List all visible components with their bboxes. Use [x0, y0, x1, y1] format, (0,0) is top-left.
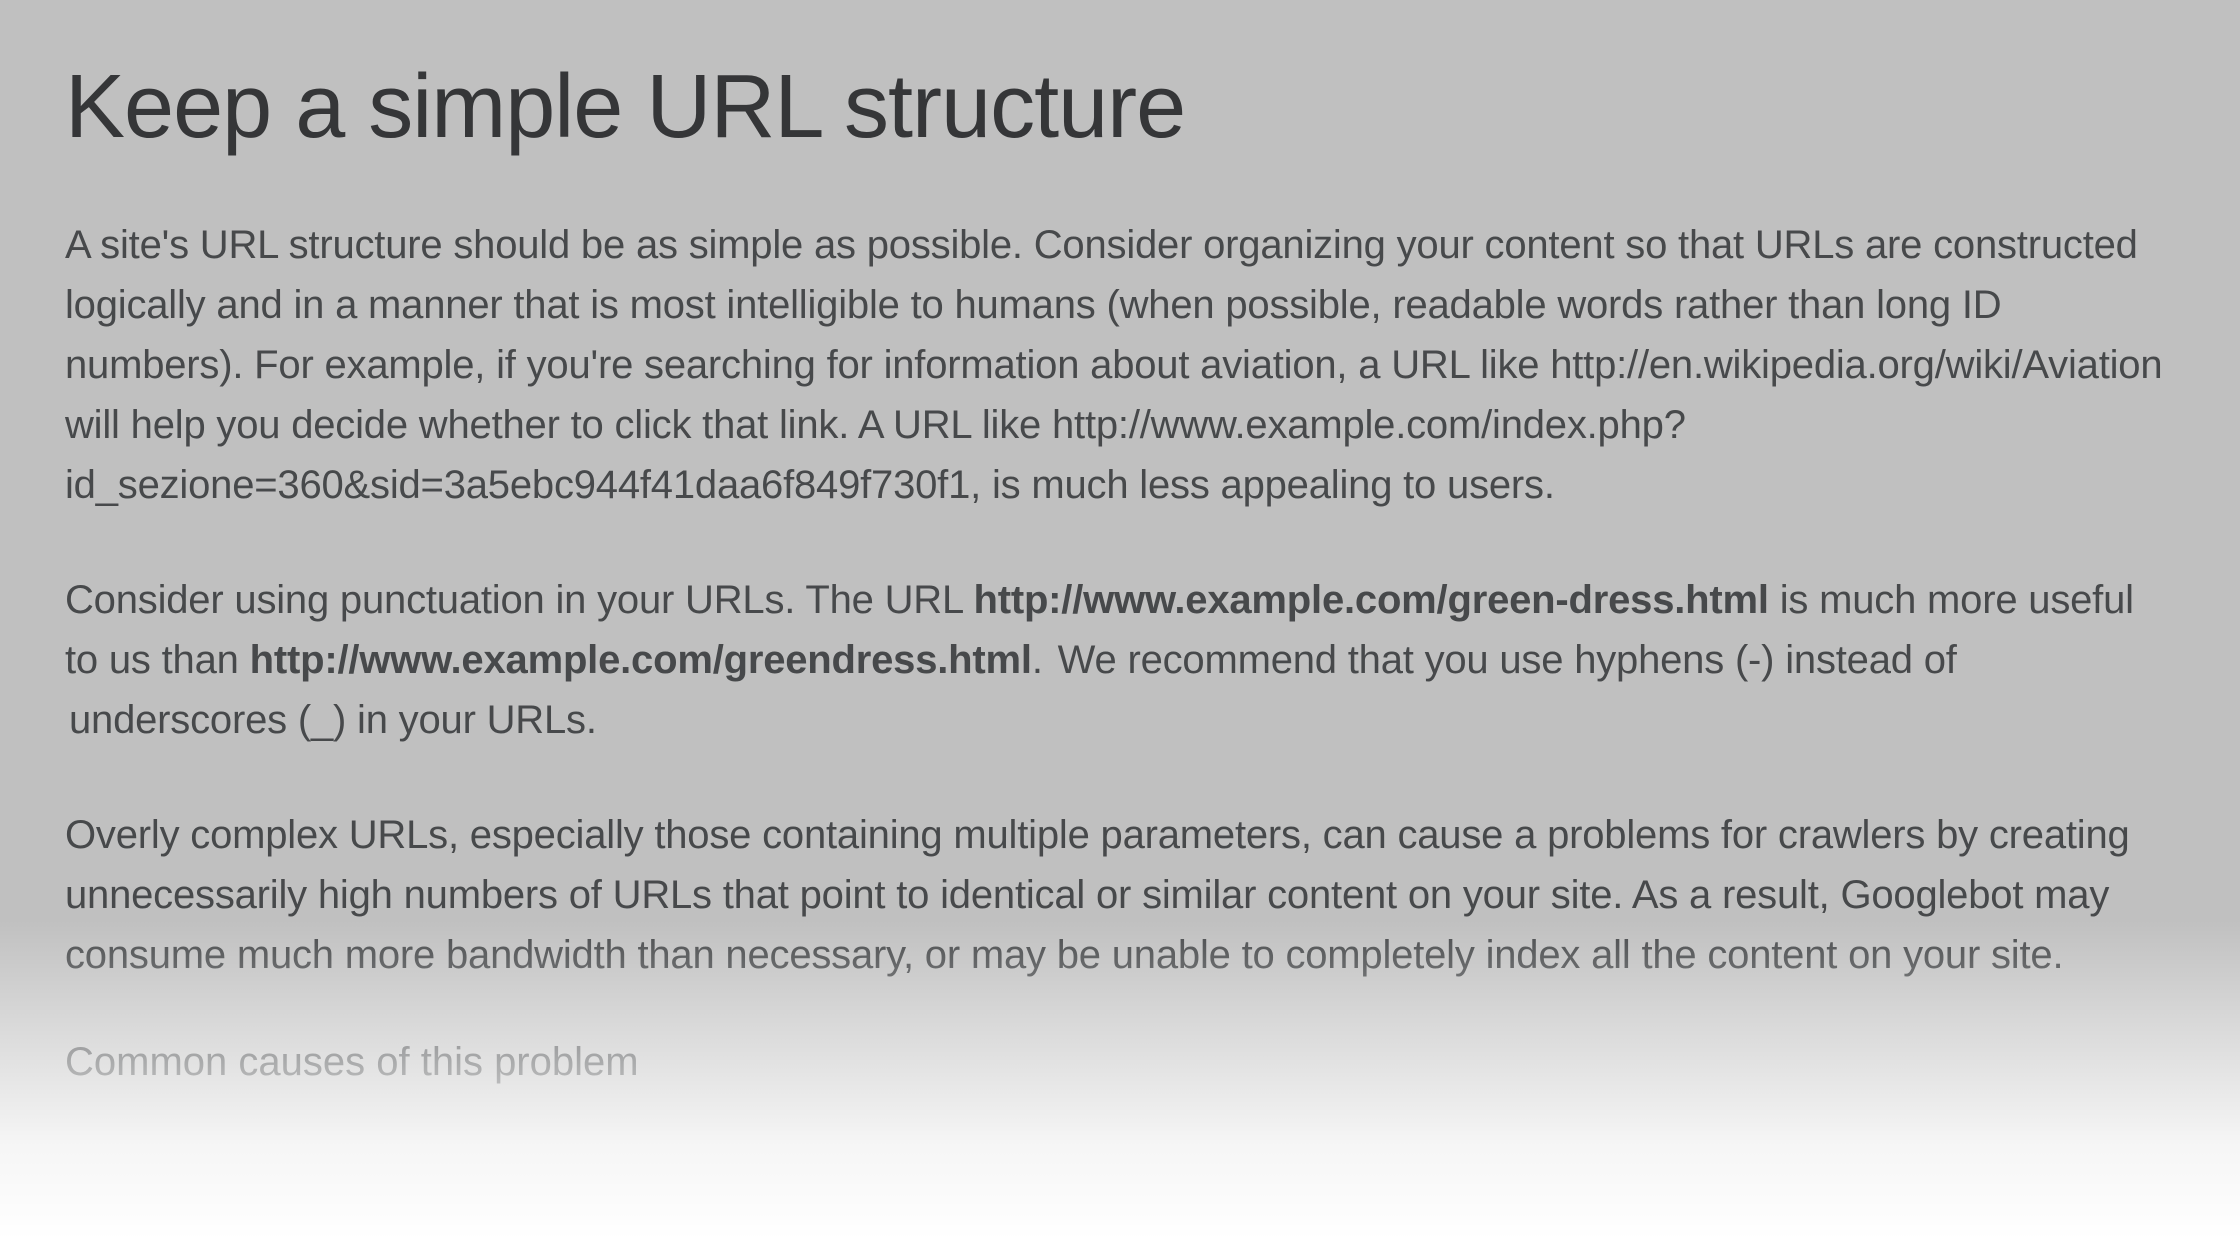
section-heading-common-causes: Common causes of this problem — [65, 1040, 2175, 1085]
p2-lead: Consider using punctuation in your URLs.… — [65, 578, 973, 622]
paragraph-1: A site's URL structure should be as simp… — [65, 215, 2175, 515]
p2-example-bad-url: http://www.example.com/greendress.html — [250, 638, 1032, 682]
p2-after-bold: . — [1032, 638, 1054, 682]
p2-example-good-url: http://www.example.com/green-dress.html — [973, 578, 1768, 622]
article-body: Keep a simple URL structure A site's URL… — [0, 0, 2240, 1085]
paragraph-2: Consider using punctuation in your URLs.… — [65, 570, 2175, 750]
paragraph-3: Overly complex URLs, especially those co… — [65, 805, 2175, 985]
page-title: Keep a simple URL structure — [65, 60, 2175, 155]
